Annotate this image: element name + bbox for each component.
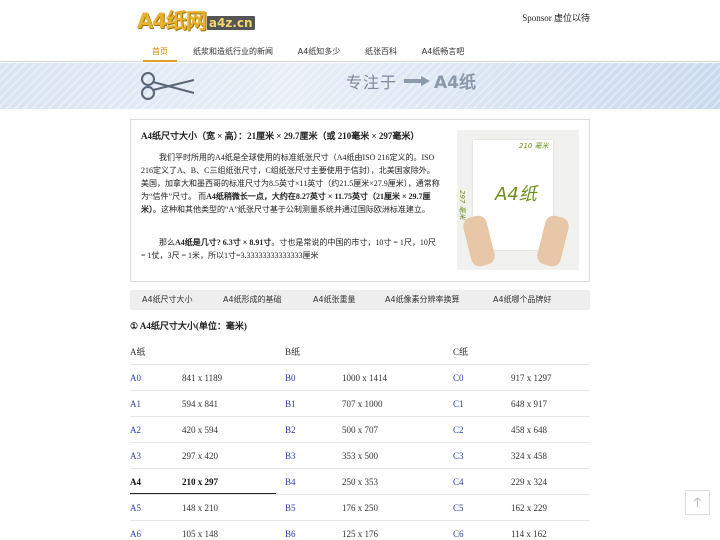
paper-b-name[interactable]: B3: [285, 443, 296, 469]
site-logo[interactable]: A4纸网 a4z.cn: [137, 7, 255, 33]
logo-main-text: A4纸网: [137, 9, 207, 33]
paper-b-name[interactable]: B5: [285, 495, 296, 521]
paper-b-size: 707 x 1000: [342, 399, 383, 409]
intro-paragraph-1: 我们平时所用的A4纸是全球使用的标准纸张尺寸（A4纸由ISO 216定义的。IS…: [141, 151, 441, 216]
tab-a4-pixel[interactable]: A4纸像素分辨率换算: [385, 290, 460, 310]
table-header-b: B纸: [285, 347, 301, 357]
paper-a-name[interactable]: A5: [130, 495, 141, 521]
paper-c-size: 458 x 648: [511, 425, 547, 435]
nav-item-paper-wiki[interactable]: 纸张百科: [358, 42, 404, 62]
table-header-c: C纸: [453, 347, 469, 357]
arrow-right-icon: [404, 76, 430, 86]
a4-paper-image: 210 毫米 297 毫米 A4纸: [457, 130, 579, 270]
paper-b-name[interactable]: B0: [285, 365, 296, 391]
content-tabs: A4纸尺寸大小 A4纸形成的基础 A4纸张重量 A4纸像素分辨率换算 A4纸哪个…: [130, 290, 590, 310]
paper-a-name[interactable]: A3: [130, 443, 141, 469]
paper-a-size: 148 x 210: [182, 503, 218, 513]
paper-a-name[interactable]: A1: [130, 391, 141, 417]
sponsor-text[interactable]: Sponsor 虚位以待: [522, 11, 590, 24]
table-row: A5 148 x 210 B5 176 x 250 C5 162 x 229: [130, 494, 590, 520]
paper-b-name[interactable]: B1: [285, 391, 296, 417]
paper-b-size: 500 x 707: [342, 425, 378, 435]
paper-a-name[interactable]: A0: [130, 365, 141, 391]
paper-c-name[interactable]: C1: [453, 391, 464, 417]
table-row-highlighted: A4 210 x 297 B4 250 x 353 C4 229 x 324: [130, 468, 590, 494]
nav-item-home[interactable]: 首页: [143, 42, 177, 62]
paper-c-size: 229 x 324: [511, 477, 547, 487]
paper-c-name[interactable]: C6: [453, 521, 464, 540]
paper-a-name[interactable]: A6: [130, 521, 141, 540]
table-header-a: A纸: [130, 347, 146, 357]
nav-item-a4-knowledge[interactable]: A4纸知多少: [291, 42, 347, 62]
paper-b-size: 1000 x 1414: [342, 373, 387, 383]
arrow-up-icon: [693, 497, 702, 507]
paper-b-name[interactable]: B6: [285, 521, 296, 540]
paper-a-size: 594 x 841: [182, 399, 218, 409]
tab-a4-basis[interactable]: A4纸形成的基础: [223, 290, 282, 310]
table-row: A1 594 x 841 B1 707 x 1000 C1 648 x 917: [130, 390, 590, 416]
nav-item-news[interactable]: 纸浆和造纸行业的新闻: [186, 42, 280, 62]
back-to-top-button[interactable]: [685, 490, 710, 515]
paper-c-name[interactable]: C5: [453, 495, 464, 521]
paper-width-label: 210 毫米: [519, 142, 549, 150]
paper-c-size: 917 x 1297: [511, 373, 552, 383]
paper-a-size: 420 x 594: [182, 425, 218, 435]
nav-item-forum[interactable]: A4纸畅言吧: [416, 42, 470, 62]
paper-b-size: 176 x 250: [342, 503, 378, 513]
section-title: ① A4纸尺寸大小(单位：毫米): [130, 321, 247, 331]
paper-height-label: 297 毫米: [458, 190, 466, 220]
paper-c-size: 162 x 229: [511, 503, 547, 513]
logo-sub-text: a4z.cn: [206, 16, 255, 30]
tab-a4-weight[interactable]: A4纸张重量: [313, 290, 356, 310]
table-row: A6 105 x 148 B6 125 x 176 C6 114 x 162: [130, 520, 590, 540]
tab-a4-brand[interactable]: A4纸哪个品牌好: [493, 290, 552, 310]
paper-b-size: 250 x 353: [342, 477, 378, 487]
paper-b-size: 353 x 500: [342, 451, 378, 461]
paper-a-size: 210 x 297: [182, 477, 218, 487]
intro-paragraph-2: 那么A4纸是几寸? 6.3寸 × 8.91寸。寸也是常说的中国的市寸，10寸 =…: [141, 236, 441, 262]
paper-b-size: 125 x 176: [342, 529, 378, 539]
paper-c-name[interactable]: C3: [453, 443, 464, 469]
table-row: A0 841 x 1189 B0 1000 x 1414 C0 917 x 12…: [130, 364, 590, 390]
scissors-icon: [141, 72, 195, 100]
table-row: A3 297 x 420 B3 353 x 500 C3 324 x 458: [130, 442, 590, 468]
banner-slogan: 专注于: [346, 73, 398, 92]
paper-c-size: 648 x 917: [511, 399, 547, 409]
paper-c-name[interactable]: C2: [453, 417, 464, 443]
paper-a4-label: A4纸: [495, 184, 537, 205]
intro-p1-text-c: 。这种和其他类型的“A”纸张尺寸基于公制测量系统并通过国际欧洲标准建立。: [153, 205, 430, 214]
paper-a-size: 297 x 420: [182, 451, 218, 461]
header: A4纸网 a4z.cn Sponsor 虚位以待: [0, 0, 720, 42]
main-nav: 首页 纸浆和造纸行业的新闻 A4纸知多少 纸张百科 A4纸畅言吧: [0, 42, 720, 62]
paper-a-name[interactable]: A4: [130, 469, 141, 495]
paper-c-name[interactable]: C4: [453, 469, 464, 495]
paper-c-name[interactable]: C0: [453, 365, 464, 391]
paper-c-size: 324 x 458: [511, 451, 547, 461]
table-row: A2 420 x 594 B2 500 x 707 C2 458 x 648: [130, 416, 590, 442]
paper-b-name[interactable]: B2: [285, 417, 296, 443]
banner-brand: A4纸: [434, 73, 476, 93]
intro-p2-bold: A4纸是几寸? 6.3寸 × 8.91寸: [175, 238, 272, 247]
banner: 专注于 A4纸: [0, 63, 720, 109]
intro-box: A4纸尺寸大小（宽 × 高）：21厘米 × 29.7厘米（或 210毫米 × 2…: [130, 119, 590, 282]
paper-a-name[interactable]: A2: [130, 417, 141, 443]
paper-b-name[interactable]: B4: [285, 469, 296, 495]
paper-c-size: 114 x 162: [511, 529, 547, 539]
tab-a4-size[interactable]: A4纸尺寸大小: [142, 290, 193, 310]
paper-a-size: 105 x 148: [182, 529, 218, 539]
paper-a-size: 841 x 1189: [182, 373, 223, 383]
intro-title: A4纸尺寸大小（宽 × 高）：21厘米 × 29.7厘米（或 210毫米 × 2…: [141, 131, 420, 141]
intro-p2-text-a: 那么: [159, 238, 175, 247]
